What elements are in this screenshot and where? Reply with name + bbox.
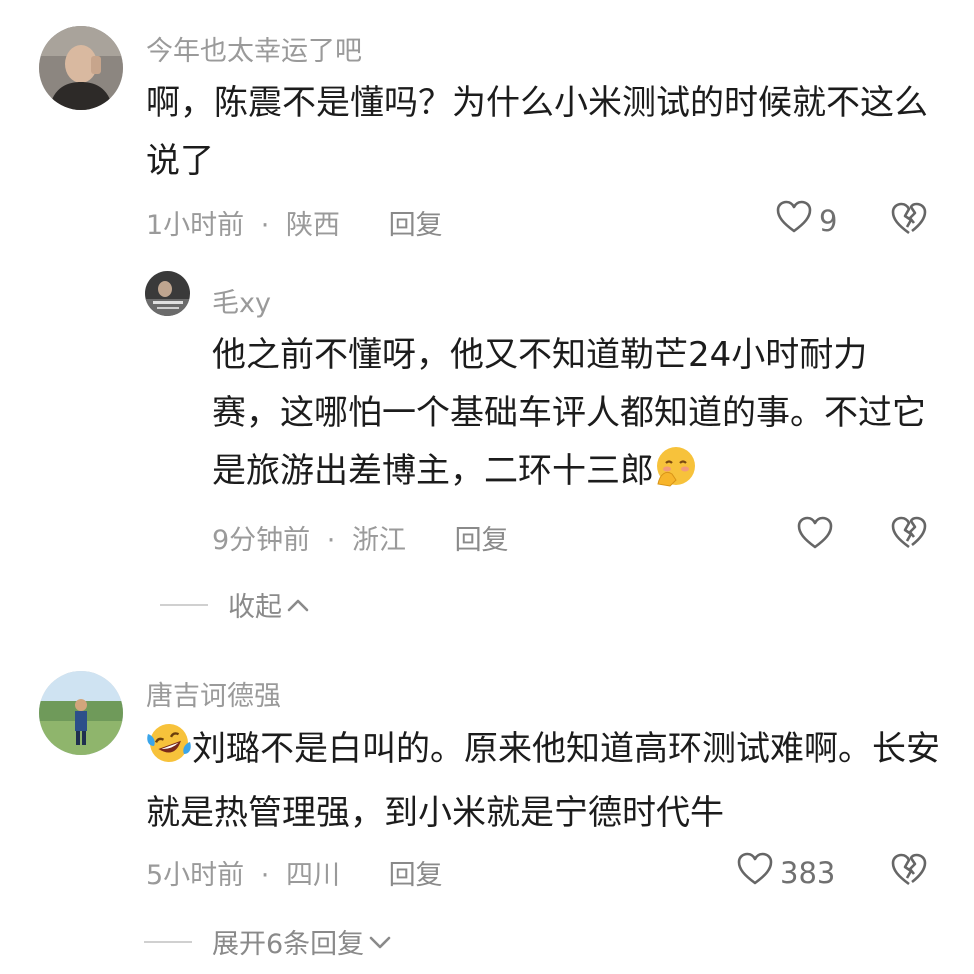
collapse-label: 收起 — [228, 592, 282, 623]
reply-item: 毛xy 他之前不懂呀，他又不知道勒芒24小时耐力赛，这哪怕一个基础车评人都知道的… — [0, 250, 974, 560]
comment-location: 陕西 — [285, 210, 340, 241]
like-count: 383 — [780, 855, 836, 890]
comment-meta: 5小时前 · 四川 回复 — [146, 853, 443, 892]
reply-button[interactable]: 回复 — [455, 525, 509, 556]
broken-heart-icon — [890, 853, 928, 892]
meta-separator: · — [260, 860, 270, 891]
reply-button[interactable]: 回复 — [389, 210, 443, 241]
reply-button[interactable]: 回复 — [389, 860, 443, 891]
avatar[interactable] — [39, 671, 123, 755]
comment-text: 啊，陈震不是懂吗？为什么小米测试的时候就不这么说了 — [146, 83, 928, 181]
heart-outline-icon — [736, 851, 774, 894]
reply-time: 9分钟前 — [212, 525, 311, 556]
dislike-button[interactable] — [890, 201, 928, 241]
chevron-up-icon — [286, 589, 310, 620]
collapse-replies-button[interactable]: 收起 — [160, 585, 310, 624]
broken-heart-icon — [890, 516, 928, 555]
comment-time: 5小时前 — [146, 860, 245, 891]
dislike-button[interactable] — [890, 852, 928, 892]
comment-username[interactable]: 唐吉诃德强 — [146, 674, 281, 713]
reply-location: 浙江 — [351, 525, 406, 556]
reply-text-content: 他之前不懂呀，他又不知道勒芒24小时耐力赛，这哪怕一个基础车评人都知道的事。不过… — [212, 335, 926, 491]
heart-outline-icon — [796, 515, 834, 558]
like-count: 9 — [819, 203, 838, 238]
meta-separator: · — [260, 210, 270, 241]
divider-line — [144, 940, 192, 943]
reply-meta: 9分钟前 · 浙江 回复 — [212, 518, 509, 557]
like-button[interactable] — [796, 515, 840, 558]
like-button[interactable]: 9 — [775, 199, 837, 242]
meta-separator: · — [326, 525, 336, 556]
divider-line — [160, 603, 208, 606]
shy-face-emoji-icon — [654, 444, 698, 506]
comment-time: 1小时前 — [146, 210, 245, 241]
avatar[interactable] — [145, 271, 190, 316]
comment-item: 今年也太幸运了吧 啊，陈震不是懂吗？为什么小米测试的时候就不这么说了 1小时前 … — [0, 0, 974, 250]
comment-text-content: 刘璐不是白叫的。原来他知道高环测试难啊。长安就是热管理强，到小米就是宁德时代牛 — [146, 729, 940, 833]
reply-username[interactable]: 毛xy — [212, 281, 271, 320]
dislike-button[interactable] — [890, 515, 928, 555]
heart-outline-icon — [775, 199, 813, 242]
comment-meta: 1小时前 · 陕西 回复 — [146, 203, 443, 242]
comment-location: 四川 — [285, 860, 340, 891]
chevron-down-icon — [368, 926, 392, 957]
comment-username[interactable]: 今年也太幸运了吧 — [146, 29, 362, 68]
laughing-crying-face-emoji-icon — [146, 720, 192, 784]
comment-item: 唐吉诃德强 刘璐不是白叫的。原来他知道高环测试难啊。长安就是热管理强，到小米就是… — [0, 660, 974, 960]
expand-replies-button[interactable]: 展开6条回复 — [144, 922, 392, 961]
broken-heart-icon — [890, 202, 928, 241]
like-button[interactable]: 383 — [736, 851, 835, 894]
expand-label: 展开6条回复 — [212, 929, 365, 960]
reply-text: 他之前不懂呀，他又不知道勒芒24小时耐力赛，这哪怕一个基础车评人都知道的事。不过… — [212, 326, 932, 506]
comment-text: 刘璐不是白叫的。原来他知道高环测试难啊。长安就是热管理强，到小米就是宁德时代牛 — [146, 720, 946, 842]
avatar[interactable] — [39, 26, 123, 110]
